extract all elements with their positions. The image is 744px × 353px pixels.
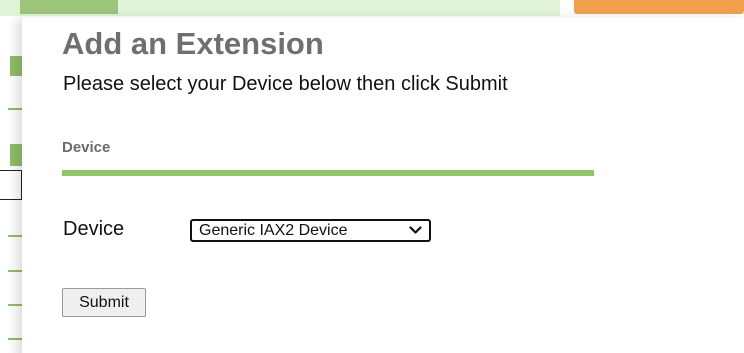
background-block xyxy=(10,144,22,166)
background-field xyxy=(0,170,22,200)
background-divider xyxy=(8,108,22,110)
background-left-edge xyxy=(0,0,22,353)
background-divider xyxy=(8,235,22,237)
section-heading: Device xyxy=(62,139,111,156)
background-divider xyxy=(8,270,22,272)
submit-button[interactable]: Submit xyxy=(62,288,146,317)
dialog-title: Add an Extension xyxy=(62,26,324,61)
background-tab xyxy=(20,0,118,14)
background-divider xyxy=(8,338,22,340)
section-divider xyxy=(62,170,594,176)
apply-config-button[interactable] xyxy=(574,0,744,14)
device-select-value: Generic IAX2 Device xyxy=(199,222,348,239)
background-divider xyxy=(8,304,22,306)
screen: Add an Extension Please select your Devi… xyxy=(0,0,744,353)
background-block xyxy=(10,56,22,76)
background-top-bar xyxy=(0,0,560,16)
dialog-subtitle: Please select your Device below then cli… xyxy=(63,73,508,95)
device-field-label: Device xyxy=(63,218,125,240)
add-extension-dialog: Add an Extension Please select your Devi… xyxy=(22,18,744,353)
device-select[interactable]: Generic IAX2 Device xyxy=(190,219,431,242)
chevron-down-icon xyxy=(409,226,422,234)
